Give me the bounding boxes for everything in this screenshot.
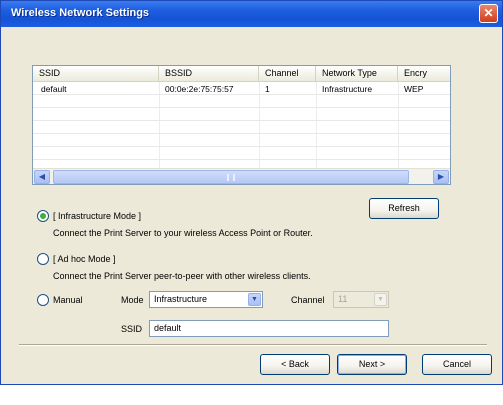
column-header-bssid[interactable]: BSSID: [159, 66, 259, 82]
close-button[interactable]: ✕: [479, 4, 498, 23]
channel-select-value: 11: [338, 294, 348, 304]
network-channel-cell: 1: [265, 84, 270, 94]
infrastructure-mode-label[interactable]: [ Infrastructure Mode ]: [53, 211, 141, 221]
mode-label: Mode: [121, 295, 144, 305]
horizontal-scrollbar[interactable]: ◀ ▶: [33, 168, 450, 184]
infrastructure-mode-radio[interactable]: [37, 210, 49, 222]
adhoc-mode-description: Connect the Print Server peer-to-peer wi…: [53, 271, 311, 281]
network-bssid-cell: 00:0e:2e:75:75:57: [165, 84, 234, 94]
back-button[interactable]: < Back: [260, 354, 330, 375]
window-title: Wireless Network Settings: [11, 7, 150, 19]
manual-mode-label[interactable]: Manual: [53, 295, 83, 305]
column-header-network-type[interactable]: Network Type: [316, 66, 398, 82]
chevron-down-icon[interactable]: ▼: [248, 293, 261, 306]
mode-select[interactable]: Infrastructure ▼: [149, 291, 263, 308]
scroll-right-icon[interactable]: ▶: [433, 170, 449, 184]
title-bar[interactable]: Wireless Network Settings ✕: [1, 1, 502, 27]
ssid-input[interactable]: default: [149, 320, 389, 337]
network-ssid-cell: default: [41, 84, 67, 94]
ssid-label: SSID: [121, 324, 143, 334]
network-encryption-cell: WEP: [404, 84, 424, 94]
chevron-down-icon[interactable]: ▼: [374, 293, 387, 306]
adhoc-mode-label[interactable]: [ Ad hoc Mode ]: [53, 254, 116, 264]
cancel-button[interactable]: Cancel: [422, 354, 492, 375]
refresh-button[interactable]: Refresh: [369, 198, 439, 219]
empty-row: [33, 135, 450, 147]
column-header-encryption[interactable]: Encry: [398, 66, 450, 82]
adhoc-mode-radio[interactable]: [37, 253, 49, 265]
network-list[interactable]: SSID BSSID Channel Network Type Encry de…: [32, 65, 451, 185]
footer-divider: [19, 344, 487, 346]
empty-row: [33, 122, 450, 134]
network-row[interactable]: default 00:0e:2e:75:75:57 1 Infrastructu…: [33, 83, 450, 95]
column-header-ssid[interactable]: SSID: [33, 66, 159, 82]
ssid-input-value: default: [154, 323, 182, 333]
mode-select-value: Infrastructure: [154, 294, 208, 304]
next-button[interactable]: Next >: [337, 354, 407, 375]
infrastructure-mode-description: Connect the Print Server to your wireles…: [53, 228, 313, 238]
empty-row: [33, 109, 450, 121]
network-type-cell: Infrastructure: [322, 84, 373, 94]
column-header-channel[interactable]: Channel: [259, 66, 316, 82]
channel-label: Channel: [291, 295, 325, 305]
empty-row: [33, 148, 450, 160]
manual-mode-radio[interactable]: [37, 294, 49, 306]
grip-icon: [227, 174, 235, 181]
scroll-left-icon[interactable]: ◀: [34, 170, 50, 184]
wireless-settings-window: Wireless Network Settings ✕ SSID BSSID C…: [0, 0, 503, 385]
empty-row: [33, 96, 450, 108]
scrollbar-thumb[interactable]: [53, 170, 409, 184]
channel-select[interactable]: 11 ▼: [333, 291, 389, 308]
network-list-header: SSID BSSID Channel Network Type Encry: [33, 66, 450, 82]
